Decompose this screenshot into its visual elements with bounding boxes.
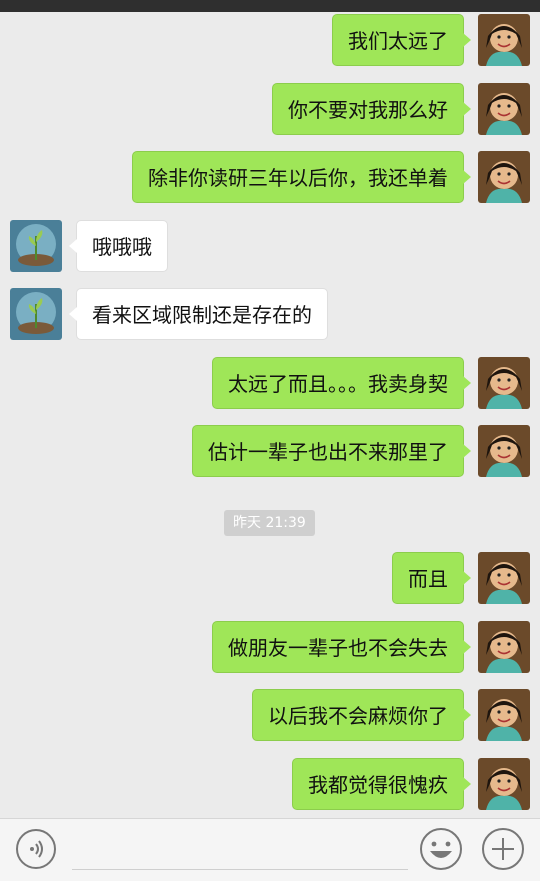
received-message-bubble[interactable]: 哦哦哦 [69, 220, 168, 272]
input-toolbar [0, 818, 540, 881]
user-avatar[interactable] [478, 425, 530, 477]
sent-message-bubble[interactable]: 我都觉得很愧疚 [292, 758, 471, 810]
message-input[interactable] [72, 869, 408, 870]
message-row: 看来区域限制还是存在的 [0, 288, 540, 344]
contact-avatar[interactable] [10, 288, 62, 340]
status-bar [0, 0, 540, 12]
user-avatar[interactable] [478, 14, 530, 66]
sent-message-bubble[interactable]: 估计一辈子也出不来那里了 [192, 425, 471, 477]
emoji-icon [420, 828, 462, 870]
plus-icon [492, 838, 514, 860]
message-row: 估计一辈子也出不来那里了 [0, 425, 540, 481]
user-avatar[interactable] [478, 552, 530, 604]
received-message-bubble[interactable]: 看来区域限制还是存在的 [69, 288, 328, 340]
user-avatar[interactable] [478, 689, 530, 741]
message-row: 你不要对我那么好 [0, 83, 540, 139]
message-row: 太远了而且。。。我卖身契 [0, 357, 540, 413]
user-avatar[interactable] [478, 151, 530, 203]
voice-input-icon [30, 840, 43, 858]
sent-message-bubble[interactable]: 以后我不会麻烦你了 [252, 689, 471, 741]
contact-avatar[interactable] [10, 220, 62, 272]
message-row: 我们太远了 [0, 14, 540, 70]
message-row: 我都觉得很愧疚 [0, 758, 540, 814]
sent-message-bubble[interactable]: 除非你读研三年以后你，我还单着 [132, 151, 471, 203]
user-avatar[interactable] [478, 621, 530, 673]
message-row: 做朋友一辈子也不会失去 [0, 621, 540, 677]
sent-message-bubble[interactable]: 而且 [392, 552, 471, 604]
more-button[interactable] [482, 828, 524, 870]
message-row: 以后我不会麻烦你了 [0, 689, 540, 745]
message-row: 而且 [0, 552, 540, 608]
emoji-button[interactable] [419, 827, 463, 871]
user-avatar[interactable] [478, 758, 530, 810]
sent-message-bubble[interactable]: 太远了而且。。。我卖身契 [212, 357, 471, 409]
user-avatar[interactable] [478, 357, 530, 409]
chat-area[interactable]: 我们太远了 你不要对我那么好 除非你读研三年以后你，我还单着 哦哦哦 看来区域限… [0, 12, 540, 818]
message-row: 除非你读研三年以后你，我还单着 [0, 151, 540, 207]
time-divider: 昨天 21:39 [224, 510, 315, 536]
message-row: 哦哦哦 [0, 220, 540, 276]
user-avatar[interactable] [478, 83, 530, 135]
sent-message-bubble[interactable]: 你不要对我那么好 [272, 83, 471, 135]
voice-button[interactable] [16, 829, 56, 869]
sent-message-bubble[interactable]: 我们太远了 [332, 14, 471, 66]
sent-message-bubble[interactable]: 做朋友一辈子也不会失去 [212, 621, 471, 673]
